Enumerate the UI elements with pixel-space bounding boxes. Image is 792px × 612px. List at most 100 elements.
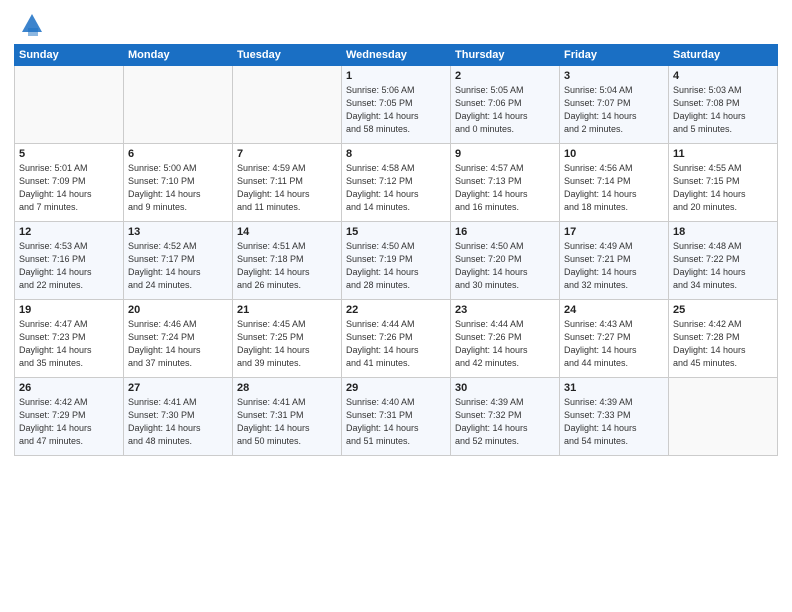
week-row-4: 19 Sunrise: 4:47 AMSunset: 7:23 PMDayligh… xyxy=(15,300,778,378)
calendar-cell: 26 Sunrise: 4:42 AMSunset: 7:29 PMDayligh… xyxy=(15,378,124,456)
day-number: 6 xyxy=(128,148,228,160)
calendar-cell: 10 Sunrise: 4:56 AMSunset: 7:14 PMDayligh… xyxy=(560,144,669,222)
day-number: 29 xyxy=(346,382,446,394)
calendar-cell: 12Sunrise: 4:53 AMSunset: 7:16 PMDayligh… xyxy=(15,222,124,300)
day-number: 9 xyxy=(455,148,555,160)
calendar-cell: 21 Sunrise: 4:45 AMSunset: 7:25 PMDayligh… xyxy=(233,300,342,378)
day-info: Sunrise: 4:39 AMSunset: 7:33 PMDaylight:… xyxy=(564,396,664,448)
calendar-cell: 7 Sunrise: 4:59 AMSunset: 7:11 PMDaylight… xyxy=(233,144,342,222)
day-number: 31 xyxy=(564,382,664,394)
day-number: 7 xyxy=(237,148,337,160)
calendar-cell: 18 Sunrise: 4:48 AMSunset: 7:22 PMDayligh… xyxy=(669,222,778,300)
day-info: Sunrise: 5:00 AMSunset: 7:10 PMDaylight:… xyxy=(128,162,228,214)
calendar-cell: 14 Sunrise: 4:51 AMSunset: 7:18 PMDayligh… xyxy=(233,222,342,300)
day-number: 30 xyxy=(455,382,555,394)
day-info: Sunrise: 4:49 AMSunset: 7:21 PMDaylight:… xyxy=(564,240,664,292)
day-number: 8 xyxy=(346,148,446,160)
calendar-cell: 27 Sunrise: 4:41 AMSunset: 7:30 PMDayligh… xyxy=(124,378,233,456)
day-info: Sunrise: 4:56 AMSunset: 7:14 PMDaylight:… xyxy=(564,162,664,214)
calendar-cell: 8 Sunrise: 4:58 AMSunset: 7:12 PMDaylight… xyxy=(342,144,451,222)
day-info: Sunrise: 5:05 AMSunset: 7:06 PMDaylight:… xyxy=(455,84,555,136)
calendar-cell: 13 Sunrise: 4:52 AMSunset: 7:17 PMDayligh… xyxy=(124,222,233,300)
day-info: Sunrise: 4:52 AMSunset: 7:17 PMDaylight:… xyxy=(128,240,228,292)
calendar-cell: 9 Sunrise: 4:57 AMSunset: 7:13 PMDaylight… xyxy=(451,144,560,222)
calendar-cell: 24 Sunrise: 4:43 AMSunset: 7:27 PMDayligh… xyxy=(560,300,669,378)
day-info: Sunrise: 4:48 AMSunset: 7:22 PMDaylight:… xyxy=(673,240,773,292)
day-number: 17 xyxy=(564,226,664,238)
day-number: 20 xyxy=(128,304,228,316)
week-row-3: 12Sunrise: 4:53 AMSunset: 7:16 PMDayligh… xyxy=(15,222,778,300)
day-info: Sunrise: 4:47 AMSunset: 7:23 PMDaylight:… xyxy=(19,318,119,370)
calendar-cell: 15Sunrise: 4:50 AMSunset: 7:19 PMDayligh… xyxy=(342,222,451,300)
day-info: Sunrise: 5:01 AMSunset: 7:09 PMDaylight:… xyxy=(19,162,119,214)
day-number: 1 xyxy=(346,70,446,82)
day-number: 3 xyxy=(564,70,664,82)
calendar-cell: 28Sunrise: 4:41 AMSunset: 7:31 PMDayligh… xyxy=(233,378,342,456)
calendar-cell: 17 Sunrise: 4:49 AMSunset: 7:21 PMDayligh… xyxy=(560,222,669,300)
calendar-cell: 20 Sunrise: 4:46 AMSunset: 7:24 PMDayligh… xyxy=(124,300,233,378)
calendar-cell: 2 Sunrise: 5:05 AMSunset: 7:06 PMDaylight… xyxy=(451,66,560,144)
column-header-monday: Monday xyxy=(124,45,233,66)
day-info: Sunrise: 4:53 AMSunset: 7:16 PMDaylight:… xyxy=(19,240,119,292)
calendar-cell: 6 Sunrise: 5:00 AMSunset: 7:10 PMDaylight… xyxy=(124,144,233,222)
day-number: 24 xyxy=(564,304,664,316)
day-number: 10 xyxy=(564,148,664,160)
column-header-friday: Friday xyxy=(560,45,669,66)
calendar-cell xyxy=(669,378,778,456)
calendar-cell: 31 Sunrise: 4:39 AMSunset: 7:33 PMDayligh… xyxy=(560,378,669,456)
calendar-cell: 11Sunrise: 4:55 AMSunset: 7:15 PMDayligh… xyxy=(669,144,778,222)
day-number: 14 xyxy=(237,226,337,238)
calendar-cell: 22 Sunrise: 4:44 AMSunset: 7:26 PMDayligh… xyxy=(342,300,451,378)
day-info: Sunrise: 4:46 AMSunset: 7:24 PMDaylight:… xyxy=(128,318,228,370)
column-header-thursday: Thursday xyxy=(451,45,560,66)
calendar-cell: 4 Sunrise: 5:03 AMSunset: 7:08 PMDaylight… xyxy=(669,66,778,144)
calendar-cell: 30 Sunrise: 4:39 AMSunset: 7:32 PMDayligh… xyxy=(451,378,560,456)
column-header-saturday: Saturday xyxy=(669,45,778,66)
calendar-cell: 29Sunrise: 4:40 AMSunset: 7:31 PMDayligh… xyxy=(342,378,451,456)
day-info: Sunrise: 4:42 AMSunset: 7:28 PMDaylight:… xyxy=(673,318,773,370)
day-info: Sunrise: 4:55 AMSunset: 7:15 PMDaylight:… xyxy=(673,162,773,214)
calendar-cell xyxy=(233,66,342,144)
calendar-cell: 5 Sunrise: 5:01 AMSunset: 7:09 PMDaylight… xyxy=(15,144,124,222)
calendar-cell: 25 Sunrise: 4:42 AMSunset: 7:28 PMDayligh… xyxy=(669,300,778,378)
day-info: Sunrise: 4:51 AMSunset: 7:18 PMDaylight:… xyxy=(237,240,337,292)
day-number: 19 xyxy=(19,304,119,316)
day-info: Sunrise: 4:44 AMSunset: 7:26 PMDaylight:… xyxy=(455,318,555,370)
day-number: 4 xyxy=(673,70,773,82)
day-info: Sunrise: 4:39 AMSunset: 7:32 PMDaylight:… xyxy=(455,396,555,448)
day-number: 26 xyxy=(19,382,119,394)
day-number: 21 xyxy=(237,304,337,316)
day-info: Sunrise: 4:41 AMSunset: 7:30 PMDaylight:… xyxy=(128,396,228,448)
day-info: Sunrise: 4:57 AMSunset: 7:13 PMDaylight:… xyxy=(455,162,555,214)
day-number: 16 xyxy=(455,226,555,238)
day-number: 22 xyxy=(346,304,446,316)
day-number: 5 xyxy=(19,148,119,160)
day-info: Sunrise: 4:42 AMSunset: 7:29 PMDaylight:… xyxy=(19,396,119,448)
day-info: Sunrise: 4:43 AMSunset: 7:27 PMDaylight:… xyxy=(564,318,664,370)
week-row-5: 26 Sunrise: 4:42 AMSunset: 7:29 PMDayligh… xyxy=(15,378,778,456)
column-header-wednesday: Wednesday xyxy=(342,45,451,66)
day-number: 15 xyxy=(346,226,446,238)
day-info: Sunrise: 4:58 AMSunset: 7:12 PMDaylight:… xyxy=(346,162,446,214)
day-info: Sunrise: 5:03 AMSunset: 7:08 PMDaylight:… xyxy=(673,84,773,136)
calendar-cell: 16 Sunrise: 4:50 AMSunset: 7:20 PMDayligh… xyxy=(451,222,560,300)
day-number: 2 xyxy=(455,70,555,82)
day-info: Sunrise: 4:45 AMSunset: 7:25 PMDaylight:… xyxy=(237,318,337,370)
day-info: Sunrise: 5:04 AMSunset: 7:07 PMDaylight:… xyxy=(564,84,664,136)
calendar-table: SundayMondayTuesdayWednesdayThursdayFrid… xyxy=(14,44,778,456)
calendar-cell: 23Sunrise: 4:44 AMSunset: 7:26 PMDayligh… xyxy=(451,300,560,378)
day-info: Sunrise: 4:59 AMSunset: 7:11 PMDaylight:… xyxy=(237,162,337,214)
calendar-cell: 1Sunrise: 5:06 AMSunset: 7:05 PMDaylight… xyxy=(342,66,451,144)
day-number: 18 xyxy=(673,226,773,238)
logo xyxy=(14,10,46,38)
calendar-cell xyxy=(15,66,124,144)
day-number: 27 xyxy=(128,382,228,394)
calendar-cell xyxy=(124,66,233,144)
week-row-2: 5 Sunrise: 5:01 AMSunset: 7:09 PMDaylight… xyxy=(15,144,778,222)
column-header-tuesday: Tuesday xyxy=(233,45,342,66)
day-number: 13 xyxy=(128,226,228,238)
week-row-1: 1Sunrise: 5:06 AMSunset: 7:05 PMDaylight… xyxy=(15,66,778,144)
day-info: Sunrise: 4:44 AMSunset: 7:26 PMDaylight:… xyxy=(346,318,446,370)
day-info: Sunrise: 4:50 AMSunset: 7:20 PMDaylight:… xyxy=(455,240,555,292)
day-number: 25 xyxy=(673,304,773,316)
